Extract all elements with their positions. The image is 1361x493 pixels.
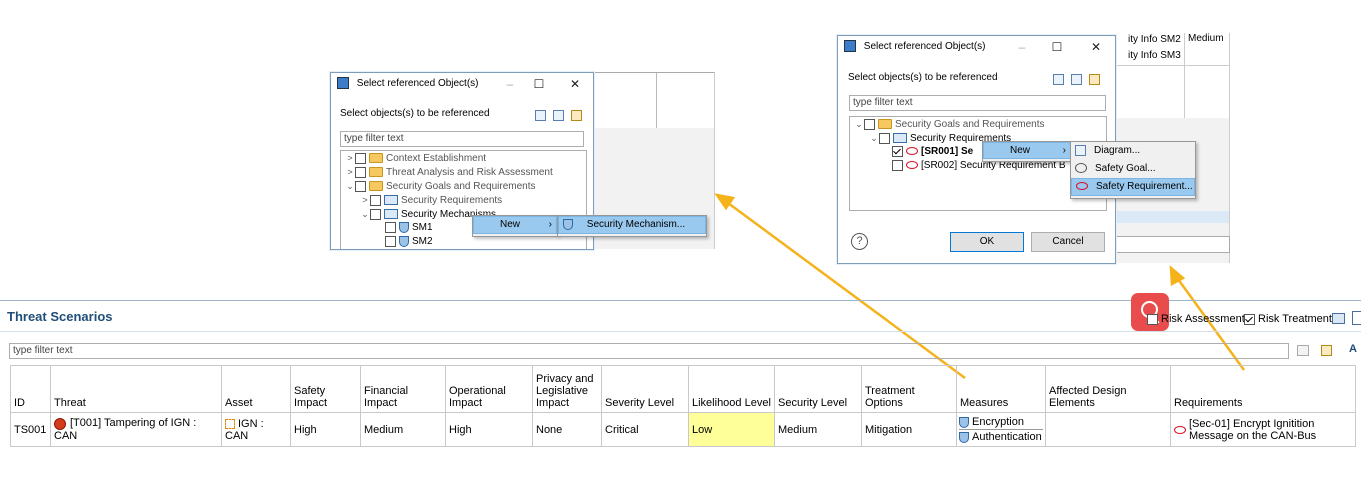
shield-icon <box>959 416 969 428</box>
measure-item[interactable]: Encryption <box>959 415 1043 430</box>
export-icon[interactable] <box>1352 311 1361 325</box>
risk-assessment-checkbox[interactable]: Risk Assessment <box>1147 313 1245 325</box>
cell-threat[interactable]: [T001] Tampering of IGN : CAN <box>50 412 222 447</box>
panel-title: Threat Scenarios <box>7 309 113 324</box>
col-header-likelihood-level[interactable]: Likelihood Level <box>688 365 775 413</box>
cell-likelihood-level[interactable]: Low <box>688 412 775 447</box>
col-header-safety-impact[interactable]: Safety Impact <box>290 365 361 413</box>
measure-item[interactable]: Authentication <box>959 430 1043 444</box>
cell-affected-design-elements[interactable] <box>1045 412 1171 447</box>
cell-financial-impact[interactable]: Medium <box>360 412 446 447</box>
col-header-financial-impact[interactable]: Financial Impact <box>360 365 446 413</box>
cell-privacy-impact[interactable]: None <box>532 412 602 447</box>
checkbox[interactable] <box>1147 313 1158 325</box>
cell-id[interactable]: TS001 <box>10 412 51 447</box>
col-header-treatment-options[interactable]: Treatment Options <box>861 365 957 413</box>
link-icon[interactable] <box>1321 345 1332 356</box>
table-filter-input[interactable]: type filter text <box>9 343 1289 359</box>
table-row[interactable]: TS001 [T001] Tampering of IGN : CAN IGN … <box>10 412 1356 447</box>
cell-measures[interactable]: Encryption Authentication <box>956 412 1046 447</box>
asset-icon <box>225 418 235 429</box>
panel-title-underline <box>0 331 1361 332</box>
cell-requirements[interactable]: [Sec-01] Encrypt Ignitition Message on t… <box>1170 412 1356 447</box>
risk-treatment-checkbox[interactable]: Risk Treatment <box>1244 313 1332 325</box>
col-header-asset[interactable]: Asset <box>221 365 291 413</box>
col-header-requirements[interactable]: Requirements <box>1170 365 1356 413</box>
font-size-button[interactable]: A <box>1349 343 1357 355</box>
cell-asset[interactable]: IGN : CAN <box>221 412 291 447</box>
col-header-id[interactable]: ID <box>10 365 51 413</box>
cell-security-level[interactable]: Medium <box>774 412 862 447</box>
col-header-security-level[interactable]: Security Level <box>774 365 862 413</box>
checkbox-checked[interactable] <box>1244 313 1255 325</box>
clear-filter-icon[interactable] <box>1297 345 1309 356</box>
col-header-operational-impact[interactable]: Operational Impact <box>445 365 533 413</box>
col-header-privacy-impact[interactable]: Privacy and Legislative Impact <box>532 365 602 413</box>
threat-scenarios-table: ID Threat Asset Safety Impact Financial … <box>10 365 1356 447</box>
table-header-row: ID Threat Asset Safety Impact Financial … <box>10 365 1356 413</box>
col-header-severity-level[interactable]: Severity Level <box>601 365 689 413</box>
cell-treatment-options[interactable]: Mitigation <box>861 412 957 447</box>
search-badge-icon[interactable] <box>1131 293 1169 331</box>
requirement-icon <box>1174 425 1186 434</box>
threat-icon <box>54 417 66 430</box>
col-header-affected-design-elements[interactable]: Affected Design Elements <box>1045 365 1171 413</box>
cell-severity-level[interactable]: Critical <box>601 412 689 447</box>
cell-operational-impact[interactable]: High <box>445 412 533 447</box>
col-header-measures[interactable]: Measures <box>956 365 1046 413</box>
cell-safety-impact[interactable]: High <box>290 412 361 447</box>
shield-icon <box>959 431 969 443</box>
print-icon[interactable] <box>1332 313 1345 324</box>
col-header-threat[interactable]: Threat <box>50 365 222 413</box>
